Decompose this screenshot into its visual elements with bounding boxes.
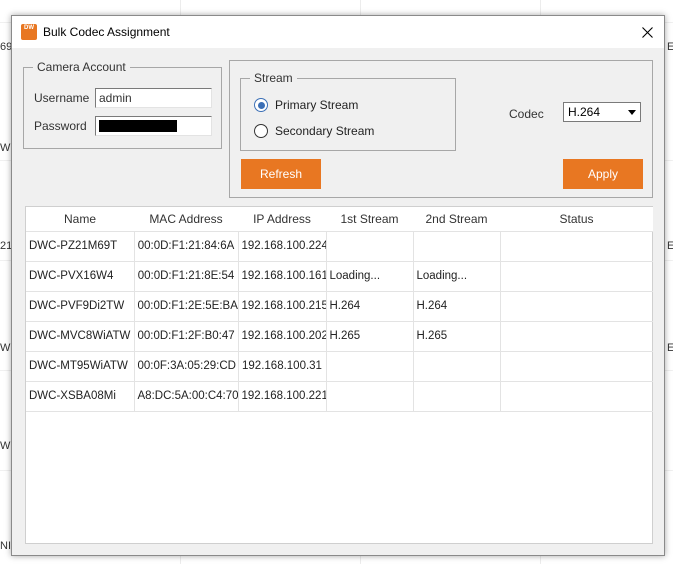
cell-name: DWC-PVX16W4: [26, 261, 135, 292]
radio-unchecked-indicator: [254, 124, 268, 138]
cell-2nd-stream: Loading...: [413, 261, 501, 292]
codec-select[interactable]: H.264: [563, 102, 641, 122]
cell-mac: 00:0D:F1:2F:B0:47: [134, 321, 239, 352]
cell-2nd-stream: H.265: [413, 321, 501, 352]
cell-status: [500, 231, 653, 262]
column-header-2nd-stream[interactable]: 2nd Stream: [413, 207, 500, 232]
secondary-stream-radio[interactable]: Secondary Stream: [254, 124, 374, 138]
table-row[interactable]: DWC-PVF9Di2TW 00:0D:F1:2E:5E:BA 192.168.…: [26, 291, 653, 322]
bulk-codec-dialog: DW Bulk Codec Assignment Camera Account …: [11, 15, 665, 556]
stream-panel: Stream Primary Stream Secondary Stream C…: [229, 60, 653, 198]
cell-2nd-stream: [413, 351, 501, 382]
stream-legend: Stream: [250, 71, 297, 85]
cell-mac: A8:DC:5A:00:C4:70: [134, 381, 239, 412]
cell-1st-stream: [326, 351, 414, 382]
bg-text-fragment: E: [667, 342, 673, 354]
cell-mac: 00:0D:F1:2E:5E:BA: [134, 291, 239, 322]
cell-status: [500, 291, 653, 322]
username-input[interactable]: [95, 88, 212, 108]
codec-selected-value: H.264: [568, 105, 601, 119]
apply-button[interactable]: Apply: [563, 159, 643, 189]
dropdown-arrow-icon: [624, 104, 639, 120]
cell-status: [500, 351, 653, 382]
cell-name: DWC-MVC8WiATW: [26, 321, 135, 352]
stream-group: Stream Primary Stream Secondary Stream: [240, 71, 456, 151]
table-row[interactable]: DWC-PVX16W4 00:0D:F1:21:8E:54 192.168.10…: [26, 261, 653, 292]
cell-mac: 00:0D:F1:21:8E:54: [134, 261, 239, 292]
password-redaction: [99, 120, 177, 132]
close-icon: [641, 26, 653, 38]
table-row[interactable]: DWC-PZ21M69T 00:0D:F1:21:84:6A 192.168.1…: [26, 231, 653, 262]
table-header-row: Name MAC Address IP Address 1st Stream 2…: [26, 207, 653, 232]
cell-1st-stream: Loading...: [326, 261, 414, 292]
cell-name: DWC-MT95WiATW: [26, 351, 135, 382]
cell-1st-stream: H.264: [326, 291, 414, 322]
cell-ip: 192.168.100.161: [238, 261, 327, 292]
cell-mac: 00:0D:F1:21:84:6A: [134, 231, 239, 262]
cell-mac: 00:0F:3A:05:29:CD: [134, 351, 239, 382]
cell-1st-stream: [326, 231, 414, 262]
title-bar: DW Bulk Codec Assignment: [12, 16, 664, 48]
camera-table-panel: Name MAC Address IP Address 1st Stream 2…: [25, 206, 653, 544]
primary-stream-label: Primary Stream: [275, 98, 359, 112]
cell-name: DWC-PZ21M69T: [26, 231, 135, 262]
close-button[interactable]: [630, 16, 664, 48]
cell-status: [500, 381, 653, 412]
refresh-button[interactable]: Refresh: [241, 159, 321, 189]
cell-ip: 192.168.100.202: [238, 321, 327, 352]
password-label: Password: [34, 119, 87, 133]
cell-name: DWC-XSBA08Mi: [26, 381, 135, 412]
camera-account-group: Camera Account Username Password: [23, 60, 222, 149]
cell-status: [500, 321, 653, 352]
secondary-stream-label: Secondary Stream: [275, 124, 375, 138]
cell-name: DWC-PVF9Di2TW: [26, 291, 135, 322]
table-row[interactable]: DWC-MVC8WiATW 00:0D:F1:2F:B0:47 192.168.…: [26, 321, 653, 352]
cell-ip: 192.168.100.221: [238, 381, 327, 412]
column-header-1st-stream[interactable]: 1st Stream: [326, 207, 413, 232]
camera-account-legend: Camera Account: [33, 60, 130, 74]
cell-1st-stream: H.265: [326, 321, 414, 352]
table-row[interactable]: DWC-MT95WiATW 00:0F:3A:05:29:CD 192.168.…: [26, 351, 653, 382]
dialog-title: Bulk Codec Assignment: [43, 25, 170, 39]
cell-2nd-stream: H.264: [413, 291, 501, 322]
column-header-name[interactable]: Name: [26, 207, 134, 232]
table-row[interactable]: DWC-XSBA08Mi A8:DC:5A:00:C4:70 192.168.1…: [26, 381, 653, 412]
primary-stream-radio[interactable]: Primary Stream: [254, 98, 358, 112]
bg-text-fragment: NI: [0, 540, 11, 552]
cell-2nd-stream: [413, 231, 501, 262]
camera-table: Name MAC Address IP Address 1st Stream 2…: [26, 207, 653, 412]
radio-checked-indicator: [254, 98, 268, 112]
cell-1st-stream: [326, 381, 414, 412]
cell-2nd-stream: [413, 381, 501, 412]
column-header-status[interactable]: Status: [500, 207, 653, 232]
column-header-ip[interactable]: IP Address: [238, 207, 326, 232]
bg-text-fragment: E: [667, 240, 673, 252]
column-header-mac[interactable]: MAC Address: [134, 207, 238, 232]
password-input[interactable]: [95, 116, 212, 136]
cell-status: [500, 261, 653, 292]
cell-ip: 192.168.100.224: [238, 231, 327, 262]
username-label: Username: [34, 91, 90, 105]
bg-text-fragment: W: [0, 142, 11, 154]
bg-text-fragment: E: [667, 41, 673, 53]
codec-label: Codec: [509, 107, 544, 121]
app-logo-icon: DW: [21, 24, 37, 40]
cell-ip: 192.168.100.31: [238, 351, 327, 382]
cell-ip: 192.168.100.215: [238, 291, 327, 322]
